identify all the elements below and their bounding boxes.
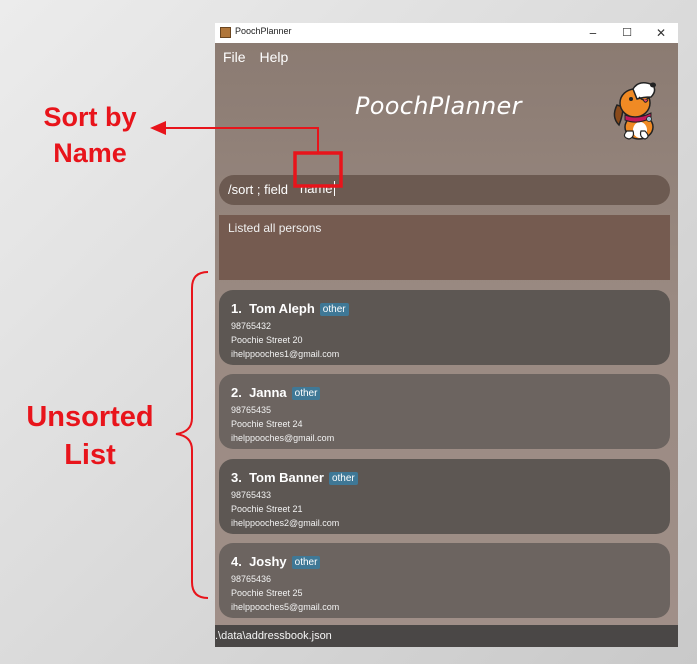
app-body: File Help PoochPlanner /sort ; field nam… xyxy=(215,43,678,625)
dog-mascot-icon xyxy=(613,82,656,140)
command-prefix: /sort ; field xyxy=(228,182,288,197)
person-phone: 98765436 xyxy=(231,574,272,584)
person-address: Poochie Street 21 xyxy=(231,504,303,514)
app-icon xyxy=(220,27,231,38)
person-tag: other xyxy=(319,303,349,316)
app-window: PoochPlanner ‒ ☐ ✕ File Help PoochPlanne… xyxy=(215,23,678,647)
person-phone: 98765433 xyxy=(231,490,272,500)
title-bar: PoochPlanner ‒ ☐ ✕ xyxy=(215,23,678,43)
person-name: 2. Janna other xyxy=(231,385,321,400)
person-tag: other xyxy=(291,387,321,400)
person-address: Poochie Street 25 xyxy=(231,588,303,598)
person-tag: other xyxy=(291,556,321,569)
menu-file[interactable]: File xyxy=(223,49,246,65)
person-card[interactable]: 2. Janna other 98765435 Poochie Street 24… xyxy=(219,374,670,449)
command-input[interactable]: name xyxy=(300,181,335,196)
sort-annotation-label: Sort by Name xyxy=(43,102,137,168)
maximize-button[interactable]: ☐ xyxy=(611,23,643,43)
menu-help[interactable]: Help xyxy=(259,49,288,65)
app-title: PoochPlanner xyxy=(355,92,522,120)
command-box[interactable]: /sort ; field name xyxy=(219,175,670,205)
person-tag: other xyxy=(328,472,358,485)
annotation-brace xyxy=(175,271,209,599)
person-name: 4. Joshy other xyxy=(231,554,321,569)
person-name: 3. Tom Banner other xyxy=(231,470,358,485)
menu-bar: File Help xyxy=(223,49,298,65)
person-card[interactable]: 4. Joshy other 98765436 Poochie Street 25… xyxy=(219,543,670,618)
result-text: Listed all persons xyxy=(228,221,322,235)
result-display: Listed all persons xyxy=(219,215,670,280)
person-email: ihelppooches2@gmail.com xyxy=(231,518,340,528)
status-bar: .\data\addressbook.json xyxy=(215,625,678,647)
close-button[interactable]: ✕ xyxy=(645,23,677,43)
person-phone: 98765435 xyxy=(231,405,272,415)
minimize-button[interactable]: ‒ xyxy=(577,23,609,43)
window-title: PoochPlanner xyxy=(235,26,292,36)
person-address: Poochie Street 20 xyxy=(231,335,303,345)
person-email: ihelppooches5@gmail.com xyxy=(231,602,340,612)
person-card[interactable]: 3. Tom Banner other 98765433 Poochie Stre… xyxy=(219,459,670,534)
person-phone: 98765432 xyxy=(231,321,272,331)
person-address: Poochie Street 24 xyxy=(231,419,303,429)
person-email: ihelppooches1@gmail.com xyxy=(231,349,340,359)
person-card[interactable]: 1. Tom Aleph other 98765432 Poochie Stree… xyxy=(219,290,670,365)
person-email: ihelppooches@gmail.com xyxy=(231,433,335,443)
unsorted-annotation-label: Unsorted List xyxy=(26,401,154,471)
status-file-path: .\data\addressbook.json xyxy=(215,630,332,642)
person-name: 1. Tom Aleph other xyxy=(231,301,349,316)
